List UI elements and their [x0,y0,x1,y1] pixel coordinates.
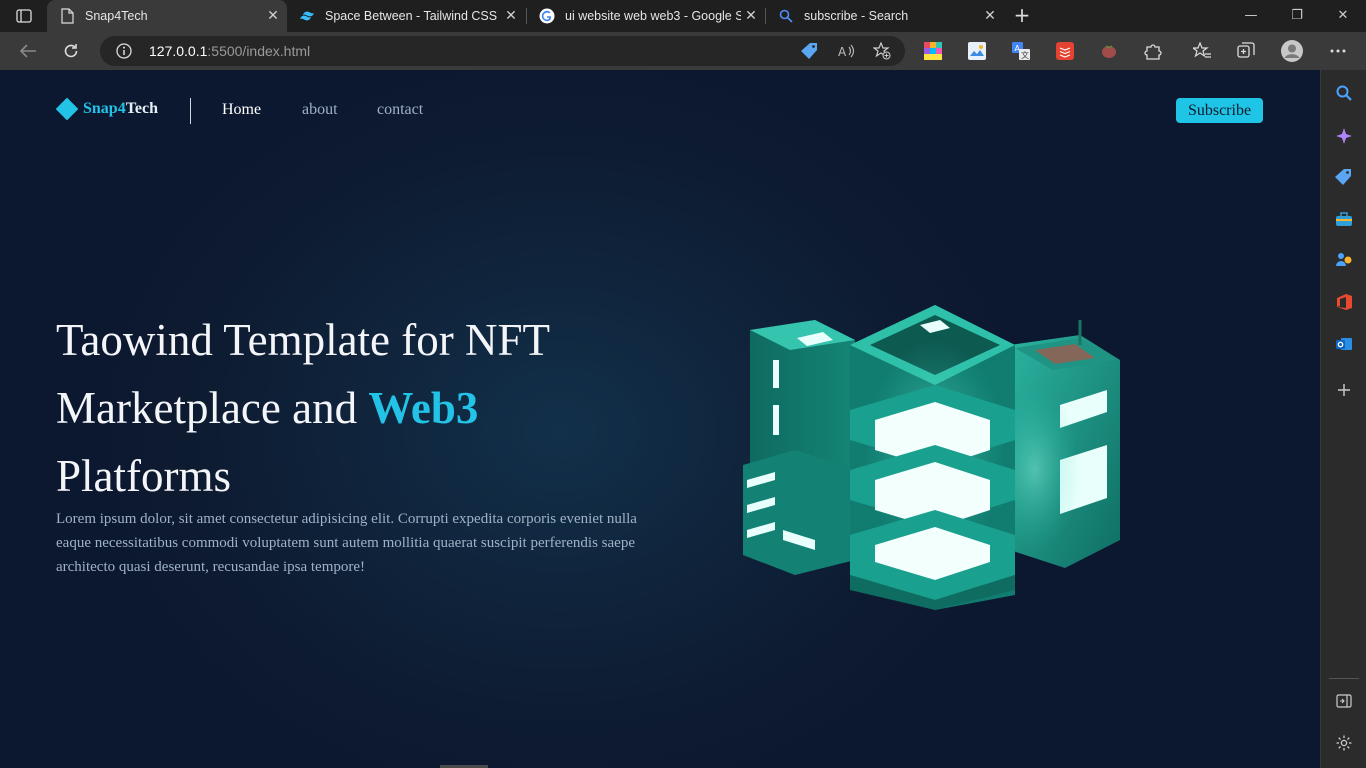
back-icon[interactable] [14,37,42,65]
new-tab-icon[interactable]: + [1010,4,1034,28]
favorites-icon[interactable] [1191,41,1211,60]
avatar[interactable] [1281,40,1303,62]
hide-sidebar-icon[interactable] [1334,691,1354,711]
edge-sidebar [1320,70,1366,768]
site-header: Snap4Tech Home about contact Subscribe [0,70,1320,150]
nav-divider [190,98,191,124]
tab-title: ui website web web3 - Google Se [565,9,741,23]
close-tab-icon[interactable]: ✕ [980,8,1000,24]
close-tab-icon[interactable]: ✕ [501,8,521,24]
read-aloud-icon[interactable]: A [837,42,855,60]
tab-tailwind[interactable]: Space Between - Tailwind CSS ✕ [287,0,525,32]
tab-title: Snap4Tech [85,9,148,23]
page-viewport: Snap4Tech Home about contact Subscribe T… [0,70,1320,768]
restore-icon[interactable]: ❐ [1274,0,1320,32]
sidebar-divider [1329,678,1359,679]
nav-link-home[interactable]: Home [222,101,261,119]
diamond-logo-icon [55,97,79,121]
browser-toolbar: 127.0.0.1:5500/index.html A A文 [0,32,1366,70]
tab-title: subscribe - Search [804,9,909,23]
nav-link-about[interactable]: about [302,101,338,119]
url-host: 127.0.0.1 [149,43,208,59]
search-icon [778,8,794,24]
close-tab-icon[interactable]: ✕ [741,8,761,24]
office-icon[interactable] [1334,292,1354,312]
outlook-icon[interactable] [1334,334,1354,354]
url-path: :5500/index.html [207,43,311,59]
hero-title-line2: Marketplace and [56,383,369,433]
tab-search[interactable]: subscribe - Search ✕ [766,0,1004,32]
site-logo[interactable]: Snap4Tech [55,97,158,121]
more-menu-icon[interactable] [1329,42,1347,60]
brand-suffix: Tech [125,100,159,117]
settings-gear-icon[interactable] [1334,733,1354,753]
brand-prefix: Snap4 [83,100,126,117]
site-info-icon[interactable] [116,43,132,59]
translate-icon[interactable]: A文 [1012,42,1030,60]
google-icon [539,8,555,24]
brand-name: Snap4Tech [83,100,158,118]
hero-title-highlight: Web3 [368,383,479,433]
close-tab-icon[interactable]: ✕ [263,8,283,24]
refresh-icon[interactable] [57,37,85,65]
address-bar[interactable]: 127.0.0.1:5500/index.html A [100,36,905,66]
add-icon[interactable] [1334,380,1354,400]
hero-title-line3: Platforms [56,451,231,501]
people-games-icon[interactable] [1334,250,1354,270]
extensions-icon[interactable] [1144,42,1162,60]
page-icon [59,8,75,24]
tailwind-icon [299,8,315,24]
tools-icon[interactable] [1334,209,1354,229]
copilot-sparkle-icon[interactable] [1334,126,1354,146]
coupon-tag-icon[interactable] [801,42,819,60]
collections-icon[interactable] [1237,42,1255,60]
add-favorite-icon[interactable] [872,41,891,60]
hero-description: Lorem ipsum dolor, sit amet consectetur … [56,511,637,575]
url-text[interactable]: 127.0.0.1:5500/index.html [149,43,310,59]
tab-google[interactable]: ui website web web3 - Google Se ✕ [527,0,765,32]
svg-text:A: A [838,45,847,59]
search-icon[interactable] [1334,83,1354,103]
colorful-extension-icon[interactable] [924,42,942,60]
hero-title-line1: Taowind Template for NFT [56,315,551,365]
tab-actions-icon[interactable] [10,6,38,26]
nav-link-contact[interactable]: contact [377,101,423,119]
tomato-timer-icon[interactable] [1100,42,1118,60]
hero-title: Taowind Template for NFT Marketplace and… [56,306,656,510]
tab-strip: Snap4Tech ✕ Space Between - Tailwind CSS… [0,0,1366,32]
todoist-icon[interactable] [1056,42,1074,60]
tab-title: Space Between - Tailwind CSS [325,9,498,23]
shopping-tag-icon[interactable] [1334,167,1354,187]
image-translate-icon[interactable] [968,42,986,60]
close-window-icon[interactable]: ✕ [1320,0,1366,32]
isometric-building-illustration [743,305,1120,610]
svg-text:文: 文 [1021,50,1029,60]
subscribe-button[interactable]: Subscribe [1176,98,1263,123]
tab-snap4tech[interactable]: Snap4Tech ✕ [47,0,287,32]
minimize-icon[interactable]: — [1228,0,1274,32]
